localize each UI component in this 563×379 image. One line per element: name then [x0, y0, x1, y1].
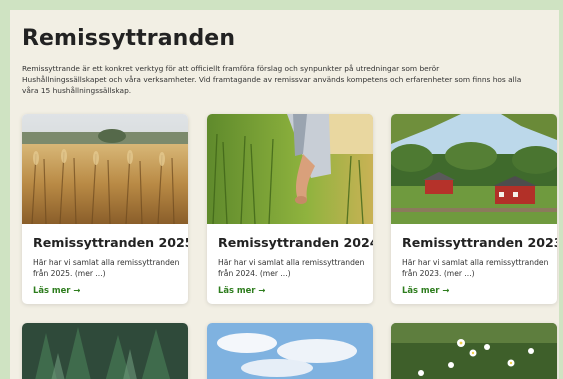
card-remissyttranden-2024[interactable]: Remissyttranden 2024 Här har vi samlat a…: [207, 114, 373, 304]
card-description: Här har vi samlat alla remissyttranden f…: [218, 258, 365, 278]
wildflower-meadow-image: [391, 323, 557, 379]
conifer-forest-image: [22, 323, 188, 379]
read-more-link[interactable]: Läs mer →: [402, 285, 449, 295]
card-title[interactable]: Remissyttranden 2024: [218, 235, 373, 250]
blue-sky-image: [207, 323, 373, 379]
card-remissyttranden-2025[interactable]: Remissyttranden 2025 Här har vi samlat a…: [22, 114, 188, 304]
card-forest[interactable]: [22, 323, 188, 379]
card-description: Här har vi samlat alla remissyttranden f…: [402, 258, 549, 278]
read-more-link[interactable]: Läs mer →: [218, 285, 265, 295]
read-more-link[interactable]: Läs mer →: [33, 285, 80, 295]
card-title[interactable]: Remissyttranden 2025: [33, 235, 188, 250]
hand-in-grain-image: [207, 114, 373, 224]
card-title[interactable]: Remissyttranden 2023: [402, 235, 557, 250]
red-farmhouses-image: [391, 114, 557, 224]
page-title: Remissyttranden: [22, 26, 236, 51]
card-meadow[interactable]: [391, 323, 557, 379]
card-sky[interactable]: [207, 323, 373, 379]
card-remissyttranden-2023[interactable]: Remissyttranden 2023 Här har vi samlat a…: [391, 114, 557, 304]
wheat-field-image: [22, 114, 188, 224]
intro-text: Remissyttrande är ett konkret verktyg fö…: [22, 64, 522, 95]
card-description: Här har vi samlat alla remissyttranden f…: [33, 258, 180, 278]
main-panel: Remissyttranden Remissyttrande är ett ko…: [10, 10, 559, 379]
